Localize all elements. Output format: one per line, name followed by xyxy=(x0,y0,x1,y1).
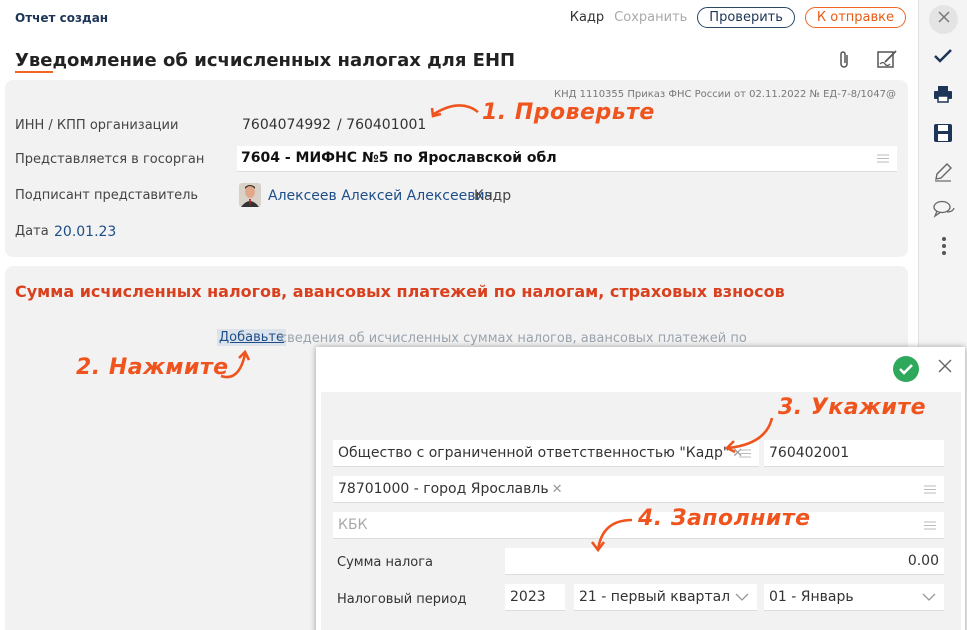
kadr-link[interactable]: Кадр xyxy=(570,10,604,25)
avatar xyxy=(239,183,261,207)
arrow-step4-icon xyxy=(590,518,633,553)
oktmo-value: 78701000 - город Ярославль xyxy=(338,481,549,497)
paperclip-icon[interactable] xyxy=(836,50,852,70)
send-button[interactable]: К отправке xyxy=(804,7,906,28)
clear-icon[interactable]: ✕ xyxy=(552,482,563,497)
save-icon[interactable] xyxy=(933,123,953,143)
sum-input[interactable]: 0.00 xyxy=(505,548,944,575)
sum-label: Сумма налога xyxy=(337,555,434,570)
edit-icon[interactable] xyxy=(933,162,953,182)
month-value: 01 - Январь xyxy=(769,589,854,605)
confirm-button[interactable] xyxy=(893,356,919,382)
annotation-step3: 3. Укажите xyxy=(778,395,927,420)
more-icon[interactable] xyxy=(941,236,947,256)
quarter-value: 21 - первый квартал xyxy=(579,589,731,605)
organ-value: 7604 - МИФНС №5 по Ярославской обл xyxy=(241,150,557,166)
signer-name[interactable]: Алексеев Алексей Алексеевич xyxy=(268,188,493,204)
arrow-step3-icon xyxy=(724,417,774,454)
annotation-step2: 2. Нажмите xyxy=(76,355,229,380)
signer-label: Подписант представитель xyxy=(15,188,199,203)
page-title: Уведомление об исчисленных налогах для Е… xyxy=(15,50,516,71)
chat-icon[interactable] xyxy=(933,200,955,218)
signer-role: Кадр xyxy=(474,188,512,204)
kbk-placeholder: КБК xyxy=(338,517,368,533)
check-icon[interactable] xyxy=(933,48,953,64)
list-icon[interactable] xyxy=(924,485,936,494)
list-icon[interactable] xyxy=(877,154,889,163)
print-icon[interactable] xyxy=(933,85,953,103)
kpp-field[interactable]: 760402001 xyxy=(764,440,944,467)
oktmo-select[interactable]: 78701000 - город Ярославль ✕ xyxy=(333,476,944,503)
signature-icon[interactable] xyxy=(876,48,900,70)
kpp-value: / 760401001 xyxy=(337,117,427,133)
close-icon[interactable] xyxy=(938,11,950,23)
add-link[interactable]: Добавьте xyxy=(217,329,286,346)
organization-value: Общество с ограниченной ответственностью… xyxy=(338,445,730,461)
close-icon[interactable] xyxy=(938,359,952,373)
tax-entry-dialog: Общество с ограниченной ответственностью… xyxy=(316,347,965,630)
check-button[interactable]: Проверить xyxy=(697,7,795,28)
add-hint-text: сведения об исчисленных суммах налогов, … xyxy=(280,331,747,346)
inn-value: 7604074992 xyxy=(242,117,332,133)
organ-label: Представляется в госорган xyxy=(15,152,205,167)
section-title: Сумма исчисленных налогов, авансовых пла… xyxy=(15,282,785,301)
arrow-step1-icon xyxy=(430,104,479,118)
sum-value: 0.00 xyxy=(907,553,939,569)
date-label: Дата xyxy=(15,224,49,239)
knd-info: КНД 1110355 Приказ ФНС России от 02.11.2… xyxy=(554,89,896,100)
list-icon[interactable] xyxy=(924,521,936,530)
top-actions: Кадр Сохранить Проверить К отправке xyxy=(570,7,906,28)
top-bar: Отчет создан Кадр Сохранить Проверить К … xyxy=(0,0,918,36)
annotation-step1: 1. Проверьте xyxy=(482,100,655,125)
save-link[interactable]: Сохранить xyxy=(614,10,687,25)
month-select[interactable]: 01 - Январь xyxy=(764,584,944,611)
annotation-step4: 4. Заполните xyxy=(638,506,811,531)
title-underline xyxy=(15,71,53,73)
inn-kpp-label: ИНН / КПП организации xyxy=(15,118,179,133)
quarter-select[interactable]: 21 - первый квартал xyxy=(574,584,757,611)
year-field[interactable]: 2023 xyxy=(505,584,565,611)
organ-select[interactable]: 7604 - МИФНС №5 по Ярославской обл xyxy=(237,146,897,172)
check-icon xyxy=(899,364,913,375)
date-value[interactable]: 20.01.23 xyxy=(54,224,116,240)
report-status: Отчет создан xyxy=(15,11,109,25)
chevron-down-icon xyxy=(922,593,936,601)
kpp-value: 760402001 xyxy=(769,445,850,461)
chevron-down-icon xyxy=(735,593,749,601)
period-label: Налоговый период xyxy=(337,592,467,607)
organization-select[interactable]: Общество с ограниченной ответственностью… xyxy=(333,440,759,467)
arrow-step2-icon xyxy=(220,349,251,379)
year-value: 2023 xyxy=(510,589,546,605)
